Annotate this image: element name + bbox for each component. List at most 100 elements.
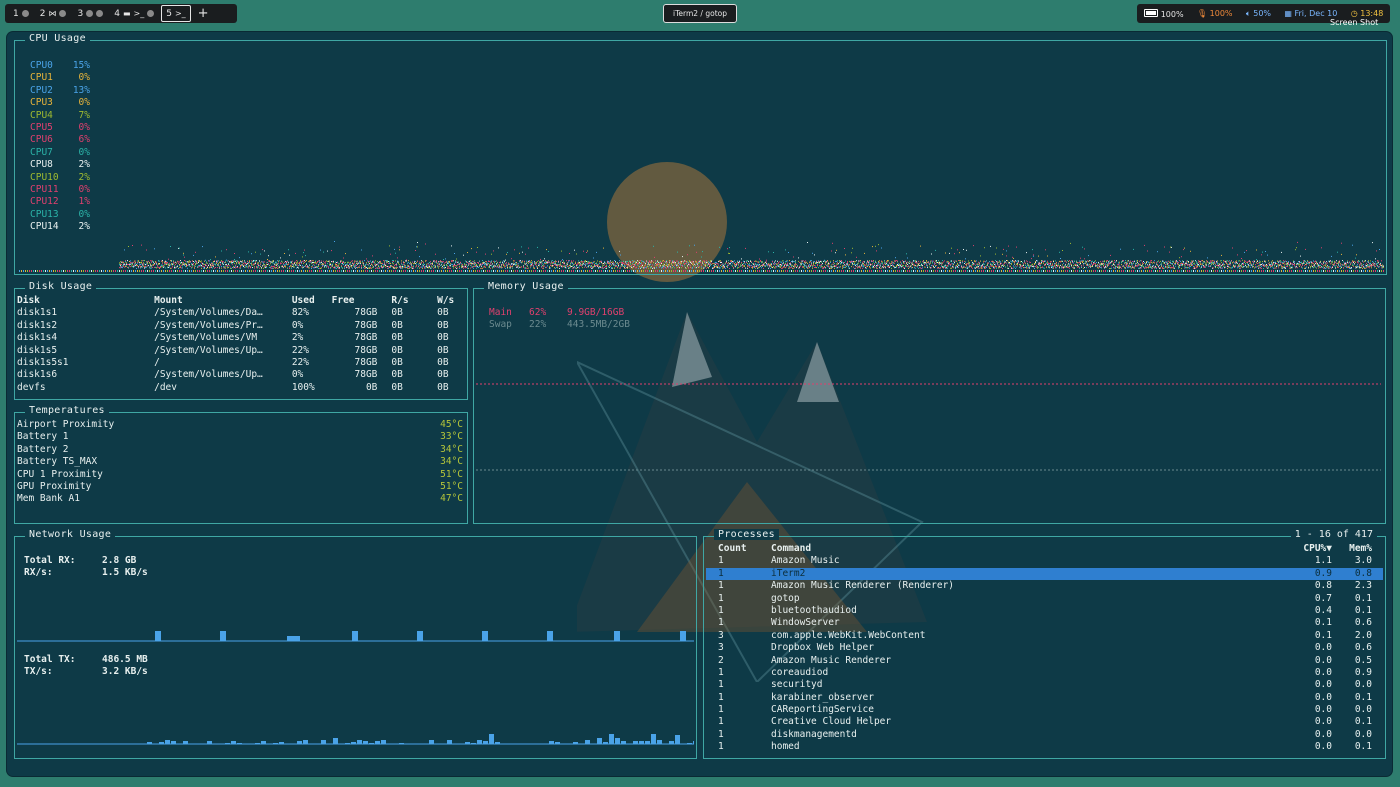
process-row[interactable]: 1 Amazon Music 1.1 3.0 (706, 555, 1383, 567)
clock-status[interactable]: ◷ 13:48 (1351, 9, 1384, 18)
tx-bar (321, 740, 326, 744)
workspace-number: 1 (13, 8, 19, 19)
app-icon (59, 10, 67, 17)
tx-bar (447, 740, 452, 744)
disk-panel-title: Disk Usage (25, 281, 97, 292)
disk-cell: 0B (391, 357, 403, 369)
disk-cell: /dev (154, 381, 177, 393)
disk-cell: 0B (437, 344, 449, 356)
process-row[interactable]: 2 Amazon Music Renderer 0.0 0.5 (706, 655, 1383, 667)
process-cell: karabiner_observer (771, 691, 874, 703)
rx-bar (482, 631, 488, 641)
temperature-row: GPU Proximity 51°C (17, 481, 463, 493)
tx-bar (159, 742, 164, 744)
rx-stats: Total RX: 2.8 GB RX/s: 1.5 KB/s (24, 555, 148, 579)
process-column-header[interactable]: Command (771, 543, 1286, 555)
rx-bar (352, 631, 358, 641)
battery-status[interactable]: 100% (1143, 8, 1184, 19)
tx-bar (261, 741, 266, 744)
workspace-number: 2 (39, 8, 46, 19)
process-column-header[interactable]: Mem% (1332, 543, 1372, 555)
date-status[interactable]: ▦ Fri, Dec 10 (1284, 9, 1337, 18)
temperature-value: 34°C (440, 456, 463, 468)
process-row[interactable]: 1 gotop 0.7 0.1 (706, 593, 1383, 605)
process-cell: Amazon Music (771, 555, 840, 567)
workspace-2[interactable]: 2 ⋈ (36, 6, 71, 21)
volume-status[interactable]: 🔈︎ 50% (1246, 9, 1271, 19)
tx-bar (651, 734, 656, 744)
disk-column-header: R/s (391, 295, 409, 306)
process-cell: 0.1 (1354, 691, 1372, 703)
temperatures-panel: Temperatures Airport Proximity 45°C Batter… (14, 405, 468, 524)
process-row[interactable]: 1 coreaudiod 0.0 0.9 (706, 667, 1383, 679)
workspace-1[interactable]: 1 (9, 6, 33, 21)
tx-bar (399, 743, 404, 744)
tx-bar (381, 740, 386, 744)
tx-bar (345, 743, 350, 744)
total-tx-value: 486.5 MB (102, 654, 148, 665)
screenshot-thumbnail-label[interactable]: Screen Shot (1330, 18, 1378, 27)
process-cell: 0.7 (1314, 592, 1332, 604)
disk-cell: 0B (437, 381, 449, 393)
process-cell: 0.8 (1354, 567, 1372, 579)
process-cell: 0.1 (1354, 592, 1372, 604)
process-cell: 3 (718, 629, 724, 641)
process-column-header[interactable]: Count (718, 543, 771, 555)
cpu-core-row: CPU4 7% (30, 110, 90, 122)
window-title-pill[interactable]: iTerm2 / gotop (663, 4, 737, 23)
process-cell: 0.0 (1354, 679, 1372, 691)
process-cell: 0.6 (1354, 617, 1372, 629)
tx-bar (333, 738, 338, 744)
process-cell: Amazon Music Renderer (Renderer) (771, 580, 955, 592)
tx-bar (147, 742, 152, 744)
disk-table-header: Disk Mount Used Free R/s W/s (17, 295, 467, 307)
processes-panel: Processes 1 - 16 of 417 Count Command CPU%… (703, 529, 1386, 759)
workspace-3[interactable]: 3 (73, 6, 107, 21)
process-row[interactable]: 1 homed 0.0 0.1 (706, 741, 1383, 753)
disk-cell: 0B (391, 319, 403, 331)
process-cell: 0.1 (1354, 716, 1372, 728)
cpu-core-value: 15% (72, 60, 90, 71)
process-cell: 2 (718, 654, 724, 666)
tx-bar (669, 741, 674, 744)
cpu-core-value: 0% (78, 97, 90, 109)
process-row[interactable]: 1 bluetoothaudiod 0.4 0.1 (706, 605, 1383, 617)
process-cell: 1 (718, 691, 724, 703)
process-row[interactable]: 1 Creative Cloud Helper 0.0 0.1 (706, 716, 1383, 728)
disk-column-header: W/s (437, 295, 455, 306)
process-cell: 0.0 (1314, 666, 1332, 678)
disk-cell: 0B (437, 319, 449, 331)
app-icon (21, 10, 29, 17)
process-row[interactable]: 1 diskmanagementd 0.0 0.0 (706, 729, 1383, 741)
tx-bar (687, 743, 692, 744)
process-row[interactable]: 1 Amazon Music Renderer (Renderer) 0.8 2.3 (706, 580, 1383, 592)
process-cell: 0.1 (1314, 629, 1332, 641)
process-cell: coreaudiod (771, 666, 829, 678)
tx-rate-value: 3.2 KB/s (102, 666, 148, 678)
process-cell: Dropbox Web Helper (771, 642, 874, 654)
add-workspace-button[interactable]: + (194, 6, 213, 21)
process-cell: 1 (718, 728, 724, 740)
process-row[interactable]: 1 WindowServer 0.1 0.6 (706, 617, 1383, 629)
mic-status[interactable]: 🎙︎ 100% (1197, 9, 1233, 18)
temperatures-panel-title: Temperatures (25, 405, 109, 416)
process-row[interactable]: 1 iTerm2 0.9 0.8 (706, 567, 1383, 581)
process-cell: 0.1 (1314, 617, 1332, 629)
temperature-value: 51°C (440, 468, 463, 480)
process-row[interactable]: 1 securityd 0.0 0.0 (706, 679, 1383, 691)
process-row[interactable]: 1 karabiner_observer 0.0 0.1 (706, 692, 1383, 704)
disk-cell: 78GB (354, 319, 378, 331)
process-row[interactable]: 1 CAReportingService 0.0 0.0 (706, 704, 1383, 716)
process-cell: 0.0 (1314, 654, 1332, 666)
disk-cell: /System/Volumes/Pr… (154, 319, 263, 331)
workspace-5[interactable]: 5 >_ (161, 5, 191, 22)
terminal-window[interactable]: CPU Usage CPU0 15% CPU1 0% CPU2 13% CPU3 0% CPU4… (7, 32, 1392, 776)
disk-row: disk1s5/System/Volumes/Up… 22% 78GB 0B 0B (17, 345, 467, 357)
workspace-4[interactable]: 4 ▬ >_ (110, 6, 158, 21)
process-cell: 1 (718, 604, 724, 616)
process-cell: 1 (718, 592, 724, 604)
process-row[interactable]: 3 Dropbox Web Helper 0.0 0.6 (706, 642, 1383, 654)
process-row[interactable]: 3 com.apple.WebKit.WebContent 0.1 2.0 (706, 630, 1383, 642)
process-column-header[interactable]: CPU%▼ (1286, 543, 1332, 555)
memory-swap-legend: Swap 22% 443.5MB/2GB (489, 319, 630, 331)
